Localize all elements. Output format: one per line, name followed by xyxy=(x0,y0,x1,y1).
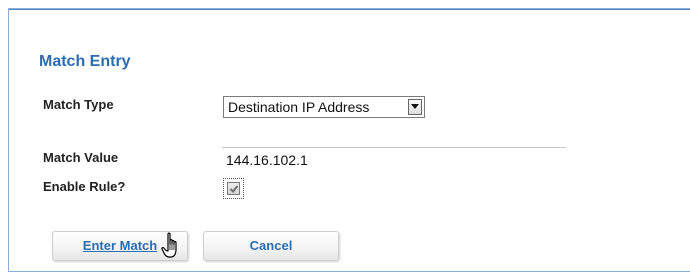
match-value-label: Match Value xyxy=(43,150,119,165)
enable-rule-checkbox[interactable] xyxy=(223,178,244,199)
match-entry-panel: Match Entry Match Type Destination IP Ad… xyxy=(8,8,690,272)
cancel-label: Cancel xyxy=(249,238,293,253)
enter-match-label: Enter Match xyxy=(82,238,158,253)
chevron-down-icon xyxy=(411,104,419,109)
cancel-button[interactable]: Cancel xyxy=(203,231,339,261)
hand-pointer-icon xyxy=(161,232,177,258)
match-type-select[interactable]: Destination IP Address xyxy=(223,96,425,118)
match-value-input[interactable] xyxy=(222,149,566,171)
enable-rule-label: Enable Rule? xyxy=(43,179,126,194)
section-title: Match Entry xyxy=(39,53,131,70)
match-type-label: Match Type xyxy=(43,97,114,112)
dropdown-button[interactable] xyxy=(408,99,422,115)
checkmark-icon xyxy=(229,185,239,193)
match-type-selected-value: Destination IP Address xyxy=(228,99,370,115)
checkbox-box xyxy=(227,182,240,195)
divider xyxy=(222,147,566,148)
